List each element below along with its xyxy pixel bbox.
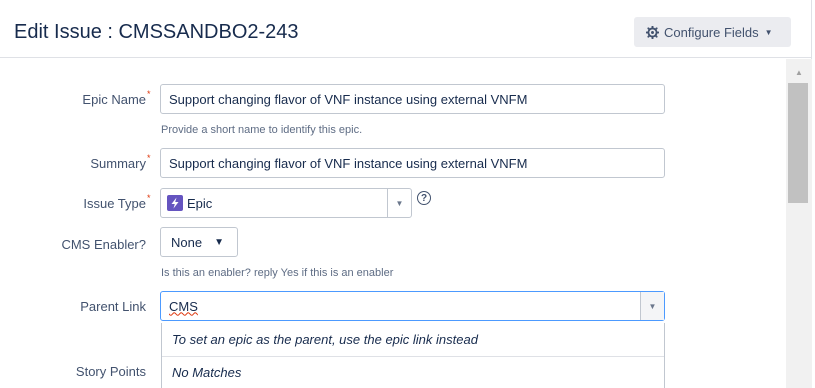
parent-link-input[interactable]: CMS ▼: [160, 291, 665, 321]
no-matches-item: No Matches: [162, 356, 664, 388]
issue-type-value: Epic: [187, 195, 213, 211]
dialog-header: Edit Issue : CMSSANDBO2-243 Configure Fi…: [0, 0, 812, 58]
configure-fields-label: Configure Fields: [664, 24, 759, 40]
story-points-label: Story Points: [75, 364, 146, 379]
caret-down-icon: ▼: [764, 27, 773, 37]
cms-enabler-hint: Is this an enabler? reply Yes if this is…: [161, 267, 394, 279]
cms-enabler-value: None: [171, 234, 203, 250]
epic-name-input[interactable]: Support changing flavor of VNF instance …: [160, 84, 665, 114]
cms-enabler-label: CMS Enabler?: [61, 237, 146, 252]
parent-link-value: CMS: [169, 298, 198, 314]
epic-name-label: Epic Name: [82, 92, 146, 107]
form-content: Epic Name * Support changing flavor of V…: [0, 59, 786, 388]
caret-down-icon: ▼: [214, 236, 224, 248]
cms-enabler-select[interactable]: None ▼: [160, 227, 238, 257]
issue-type-select[interactable]: Epic ▼: [160, 188, 412, 218]
gear-icon: [646, 25, 659, 39]
configure-fields-button[interactable]: Configure Fields ▼: [634, 17, 791, 47]
caret-down-icon[interactable]: ▼: [640, 292, 664, 320]
help-icon[interactable]: ?: [417, 191, 431, 205]
epic-name-hint: Provide a short name to identify this ep…: [161, 124, 363, 136]
required-marker: *: [147, 89, 151, 99]
parent-link-suggestions: To set an epic as the parent, use the ep…: [161, 323, 665, 388]
scroll-up-icon[interactable]: ▲: [786, 65, 812, 79]
epic-icon: [167, 195, 183, 211]
issue-type-label: Issue Type: [83, 196, 146, 211]
required-marker: *: [147, 153, 151, 163]
summary-input[interactable]: Support changing flavor of VNF instance …: [160, 148, 665, 178]
parent-link-label: Parent Link: [80, 299, 146, 314]
edit-issue-dialog: Edit Issue : CMSSANDBO2-243 Configure Fi…: [0, 0, 812, 388]
caret-down-icon[interactable]: ▼: [387, 189, 411, 217]
scrollbar[interactable]: ▲: [786, 59, 812, 388]
suggestion-hint: To set an epic as the parent, use the ep…: [172, 331, 478, 347]
page-title: Edit Issue : CMSSANDBO2-243: [14, 21, 299, 43]
scrollbar-thumb[interactable]: [788, 83, 808, 203]
summary-label: Summary: [90, 156, 146, 171]
required-marker: *: [147, 193, 151, 203]
